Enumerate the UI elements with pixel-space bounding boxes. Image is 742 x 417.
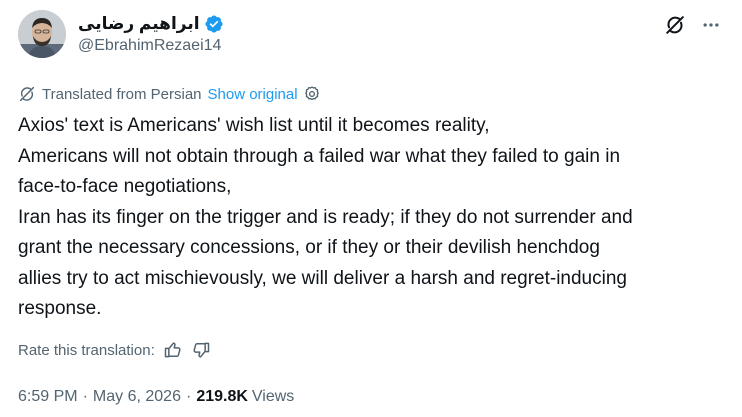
show-original-link[interactable]: Show original — [208, 86, 298, 103]
tweet-text-line: allies try to act mischievously, we will… — [18, 267, 627, 289]
name-row: ابراهیم رضایی — [78, 12, 224, 36]
translation-bar: Translated from Persian Show original — [18, 83, 321, 105]
rate-translation: Rate this translation: — [18, 338, 211, 362]
grok-slash-icon[interactable] — [662, 12, 688, 38]
author-handle[interactable]: @EbrahimRezaei14 — [78, 36, 224, 56]
avatar[interactable] — [18, 10, 66, 58]
tweet-time[interactable]: 6:59 PM — [18, 388, 78, 406]
views-label: Views — [251, 388, 295, 405]
tweet-card: ابراهیم رضایی @EbrahimRezaei14 Translate… — [0, 0, 742, 417]
rate-label: Rate this translation: — [18, 341, 155, 359]
meta-separator: · — [82, 388, 88, 405]
translate-slash-icon — [18, 85, 36, 103]
tweet-meta: 6:59 PM · May 6, 2026 · 219.8K Views — [18, 385, 294, 409]
author-names: ابراهیم رضایی @EbrahimRezaei14 — [78, 12, 224, 56]
thumbs-down-icon[interactable] — [191, 340, 211, 360]
tweet-text-line: Iran has its finger on the trigger and i… — [18, 206, 633, 228]
tweet-text-line: face-to-face negotiations, — [18, 176, 232, 197]
tweet-text-line: Americans will not obtain through a fail… — [18, 145, 621, 167]
views-count[interactable]: 219.8K — [196, 388, 248, 406]
translated-label: Translated from Persian — [42, 85, 202, 103]
tweet-text-line: Axios' text is Americans' wish list unti… — [18, 115, 490, 136]
author-display-name[interactable]: ابراهیم رضایی — [78, 14, 200, 34]
tweet-text-line: grant the necessary concessions, or if t… — [18, 237, 600, 258]
tweet-header: ابراهیم رضایی @EbrahimRezaei14 — [18, 8, 224, 60]
tweet-text: Axios' text is Americans' wish list unti… — [18, 111, 730, 325]
gear-icon[interactable] — [303, 85, 321, 103]
top-actions — [662, 12, 724, 38]
thumbs-up-icon[interactable] — [163, 340, 183, 360]
tweet-date[interactable]: May 6, 2026 — [93, 388, 181, 406]
more-dots-icon[interactable] — [698, 12, 724, 38]
meta-separator: · — [185, 388, 192, 405]
verified-badge-icon[interactable] — [204, 14, 224, 34]
tweet-text-line: response. — [18, 298, 102, 319]
